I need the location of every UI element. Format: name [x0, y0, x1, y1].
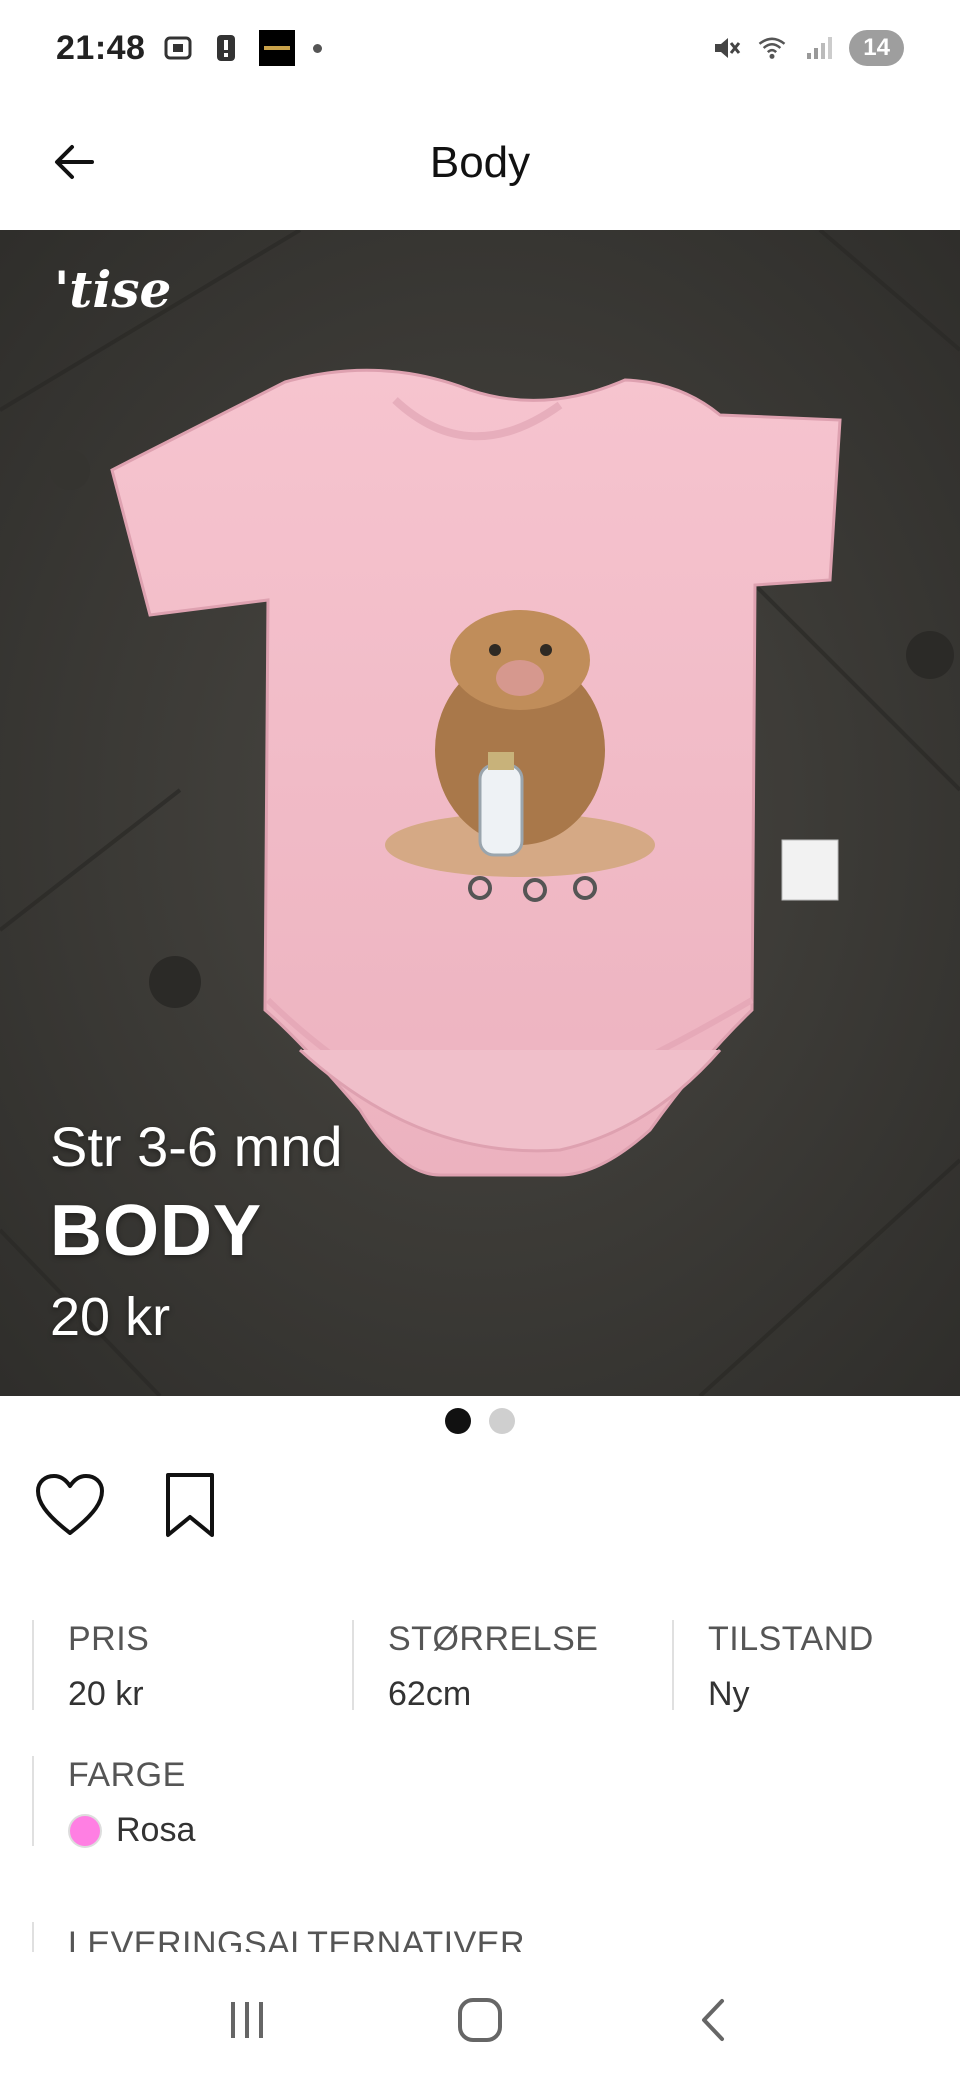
price-value: 20 kr [68, 1675, 144, 1713]
color-swatch [68, 1813, 102, 1848]
detail-price: PRIS 20 kr [32, 1620, 352, 1713]
image-overlay-price: 20 kr [50, 1287, 171, 1347]
wifi-icon [757, 33, 787, 63]
delivery-options-label: LEVERINGSALTERNATIVER [32, 1922, 525, 1952]
pager-dot-2[interactable] [489, 1408, 515, 1434]
pager-dot-1[interactable] [445, 1408, 471, 1434]
detail-size: STØRRELSE 62cm [352, 1620, 672, 1713]
dot-icon [313, 43, 323, 53]
app-icon [259, 30, 296, 66]
home-button[interactable] [440, 1980, 520, 2060]
recent-apps-button[interactable] [207, 1980, 287, 2060]
condition-label: TILSTAND [708, 1620, 874, 1658]
bookmark-icon [166, 1473, 214, 1537]
back-icon [702, 1999, 725, 2041]
color-value: Rosa [116, 1811, 196, 1849]
arrow-left-icon [55, 145, 94, 179]
color-value-row: Rosa [68, 1811, 352, 1850]
tise-logo: 'tise [54, 260, 172, 319]
status-time: 21:48 [56, 28, 146, 67]
status-bar: 21:48 14 [0, 0, 960, 96]
product-image[interactable]: 'tise Str 3-6 mnd BODY 20 kr [0, 230, 960, 1396]
home-icon [457, 1998, 502, 2042]
alert-icon [211, 33, 241, 63]
signal-icon [803, 33, 833, 63]
condition-value: Ny [708, 1675, 750, 1713]
system-back-button[interactable] [673, 1980, 753, 2060]
size-value: 62cm [388, 1675, 472, 1713]
page-title: Body [429, 138, 531, 187]
image-overlay-title: BODY [50, 1191, 263, 1271]
recent-apps-icon [230, 2002, 263, 2038]
system-nav-bar [0, 1960, 960, 2080]
app-header: Body [0, 96, 960, 230]
status-right-icons: 14 [711, 30, 904, 66]
notification-badge: 14 [849, 30, 904, 66]
size-label: STØRRELSE [388, 1620, 599, 1658]
status-left-icons [163, 30, 323, 66]
details-row-1: PRIS 20 kr STØRRELSE 62cm TILSTAND Ny [32, 1620, 928, 1713]
screenshot-icon [163, 33, 193, 63]
details-row-2: FARGE Rosa [32, 1756, 928, 1849]
color-label: FARGE [68, 1756, 186, 1794]
heart-icon [36, 1474, 104, 1535]
image-pager [0, 1408, 960, 1434]
like-button[interactable] [32, 1468, 108, 1544]
product-details: PRIS 20 kr STØRRELSE 62cm TILSTAND Ny FA… [32, 1620, 928, 1849]
image-overlay-size: Str 3-6 mnd [50, 1115, 343, 1178]
price-label: PRIS [68, 1620, 150, 1658]
detail-color: FARGE Rosa [32, 1756, 352, 1849]
mute-icon [711, 33, 741, 63]
back-button[interactable] [44, 132, 104, 192]
save-button[interactable] [152, 1468, 228, 1544]
detail-condition: TILSTAND Ny [672, 1620, 928, 1713]
action-bar [32, 1468, 228, 1544]
